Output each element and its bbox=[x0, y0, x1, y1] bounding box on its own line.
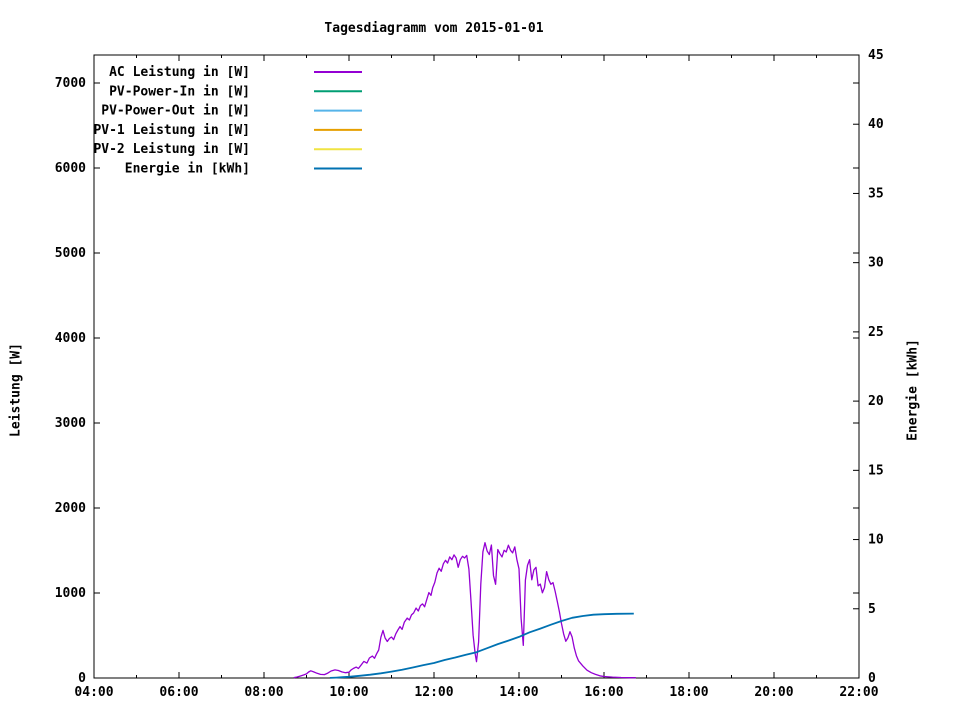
y2-tick-label: 10 bbox=[868, 533, 884, 548]
y2-axis-label: Energie [kWh] bbox=[905, 339, 921, 441]
x-tick-label: 06:00 bbox=[159, 685, 198, 700]
x-tick-label: 20:00 bbox=[754, 685, 793, 700]
y2-tick-label: 45 bbox=[868, 48, 884, 63]
y2-tick-label: 0 bbox=[868, 671, 876, 686]
y2-tick-label: 5 bbox=[868, 602, 876, 617]
y1-axis-label: Leistung [W] bbox=[8, 343, 24, 437]
legend-label: PV-1 Leistung in [W] bbox=[93, 123, 250, 138]
x-tick-label: 18:00 bbox=[669, 685, 708, 700]
y2-tick-label: 40 bbox=[868, 117, 884, 132]
y1-tick-label: 3000 bbox=[55, 416, 86, 431]
chart-canvas: Tagesdiagramm vom 2015-01-01 Leistung [W… bbox=[0, 0, 960, 720]
x-tick-label: 22:00 bbox=[839, 685, 878, 700]
y2-tick-label: 20 bbox=[868, 394, 884, 409]
y1-tick-label: 0 bbox=[78, 671, 86, 686]
y2-tick-label: 25 bbox=[868, 325, 884, 340]
series-line-ac-leistung-in-w- bbox=[293, 542, 636, 679]
legend-label: Energie in [kWh] bbox=[125, 162, 250, 177]
y1-tick-label: 5000 bbox=[55, 246, 86, 261]
legend-label: AC Leistung in [W] bbox=[109, 65, 250, 80]
legend-label: PV-Power-In in [W] bbox=[109, 84, 250, 99]
y1-tick-label: 1000 bbox=[55, 586, 86, 601]
y2-tick-label: 15 bbox=[868, 463, 884, 478]
plot-svg: 04:00 06:00 08:00 10:00 12:00 14:00 16:00 18:00… bbox=[55, 48, 884, 700]
x-tick-label: 16:00 bbox=[584, 685, 623, 700]
y1-tick-label: 7000 bbox=[55, 76, 86, 91]
x-tick-label: 14:00 bbox=[499, 685, 538, 700]
series-line-energie-in-kwh- bbox=[329, 612, 634, 679]
y2-tick-label: 35 bbox=[868, 186, 884, 201]
y1-tick-label: 6000 bbox=[55, 161, 86, 176]
x-tick-label: 04:00 bbox=[74, 685, 113, 700]
x-tick-label: 12:00 bbox=[414, 685, 453, 700]
x-tick-label: 08:00 bbox=[244, 685, 283, 700]
y2-tick-label: 30 bbox=[868, 256, 884, 271]
legend-label: PV-2 Leistung in [W] bbox=[93, 142, 250, 157]
y1-tick-label: 2000 bbox=[55, 501, 86, 516]
legend-label: PV-Power-Out in [W] bbox=[101, 104, 250, 119]
x-tick-label: 10:00 bbox=[329, 685, 368, 700]
chart-title: Tagesdiagramm vom 2015-01-01 bbox=[324, 21, 544, 36]
y1-tick-label: 4000 bbox=[55, 331, 86, 346]
